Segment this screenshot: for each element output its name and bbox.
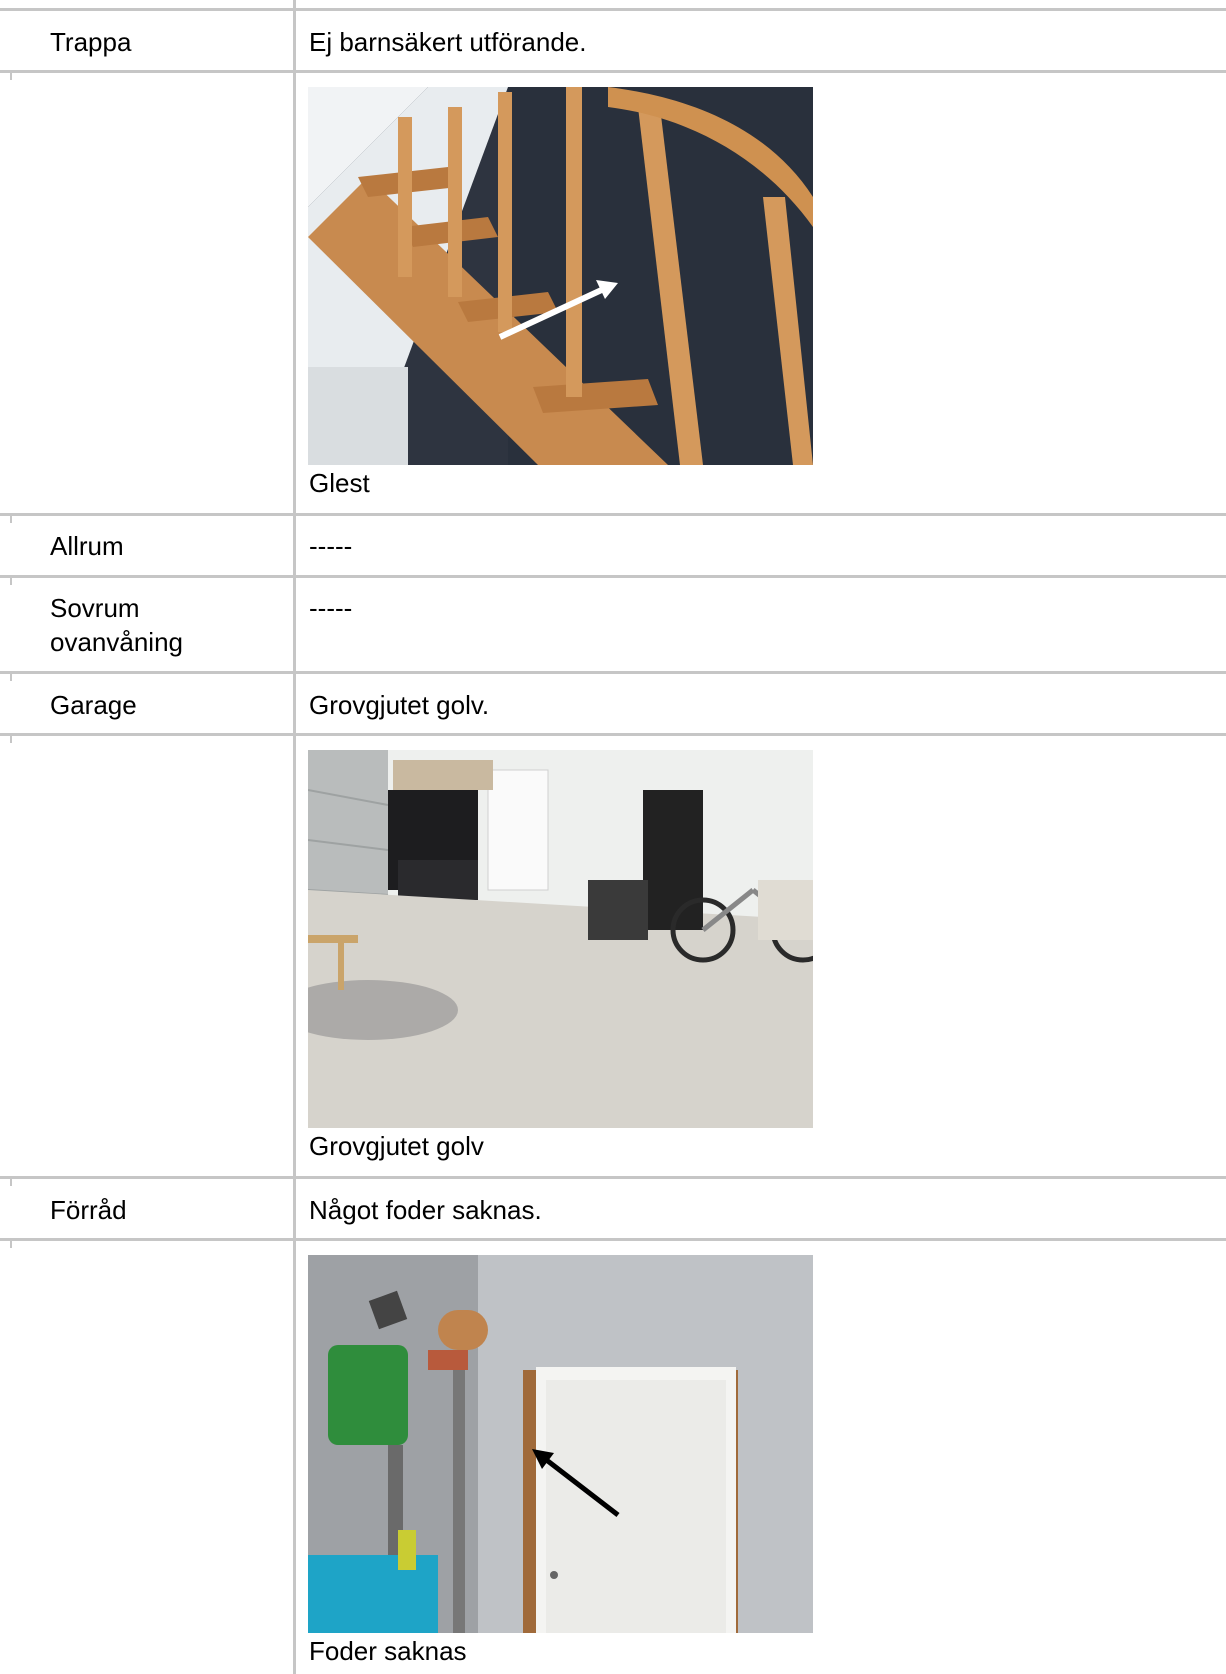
row-label-trappa: Trappa bbox=[50, 27, 132, 57]
photo-caption-glest: Glest bbox=[309, 468, 370, 498]
garage-photo bbox=[308, 750, 813, 1128]
table-row-trappa bbox=[0, 8, 1226, 72]
row-value-forrad: Något foder saknas. bbox=[309, 1195, 542, 1225]
row-value-garage: Grovgjutet golv. bbox=[309, 690, 490, 720]
inspection-table: Trappa Ej barnsäkert utförande. Glest Al… bbox=[0, 0, 1226, 1674]
photo-caption-foder: Foder saknas bbox=[309, 1636, 467, 1666]
table-row-allrum bbox=[0, 513, 1226, 577]
row-label-allrum: Allrum bbox=[50, 531, 124, 561]
row-label-garage: Garage bbox=[50, 690, 137, 720]
row-value-sovrum: ----- bbox=[309, 593, 353, 623]
table-row-garage bbox=[0, 671, 1226, 735]
row-label-sovrum-line2: ovanvåning bbox=[50, 627, 183, 657]
photo-caption-grovgjutet: Grovgjutet golv bbox=[309, 1131, 484, 1161]
table-row-forrad bbox=[0, 1176, 1226, 1240]
row-value-allrum: ----- bbox=[309, 531, 353, 561]
row-label-forrad: Förråd bbox=[50, 1195, 127, 1225]
staircase-photo bbox=[308, 87, 813, 465]
table-row-sovrum bbox=[0, 575, 1226, 672]
row-label-sovrum-line1: Sovrum bbox=[50, 593, 140, 623]
storage-door-photo bbox=[308, 1255, 813, 1633]
row-value-trappa: Ej barnsäkert utförande. bbox=[309, 27, 587, 57]
